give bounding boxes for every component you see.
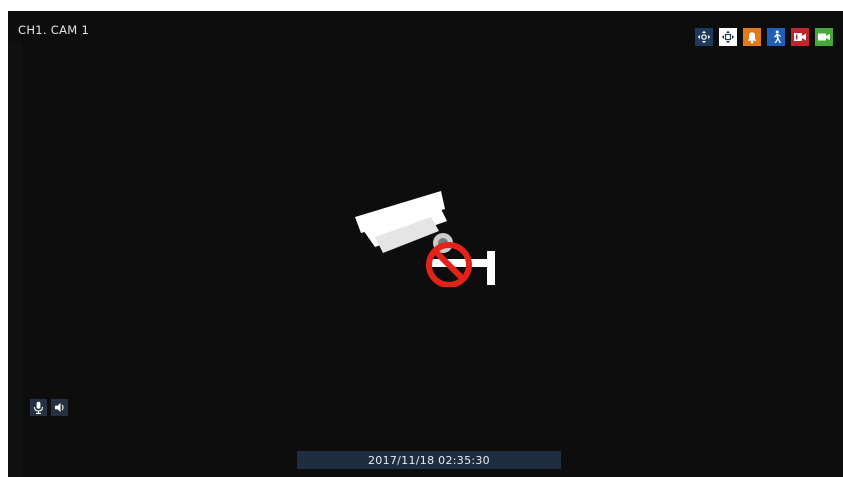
microphone-icon[interactable] — [30, 399, 47, 416]
digital-ptz-icon[interactable] — [719, 28, 737, 46]
alarm-bell-icon[interactable] — [743, 28, 761, 46]
ptz-icon[interactable] — [695, 28, 713, 46]
no-camera-icon — [353, 187, 503, 288]
speaker-icon[interactable] — [51, 399, 68, 416]
motion-person-icon[interactable] — [767, 28, 785, 46]
status-icon-bar — [695, 28, 833, 46]
recording-icon[interactable] — [791, 28, 809, 46]
video-viewer[interactable]: CH1. CAM 1 2017/11/18 02:35:30 — [8, 11, 843, 477]
audio-controls — [30, 399, 68, 416]
timestamp-display: 2017/11/18 02:35:30 — [297, 451, 561, 469]
camera-video-icon[interactable] — [815, 28, 833, 46]
viewer-left-edge — [8, 43, 22, 477]
channel-label: CH1. CAM 1 — [18, 23, 90, 37]
